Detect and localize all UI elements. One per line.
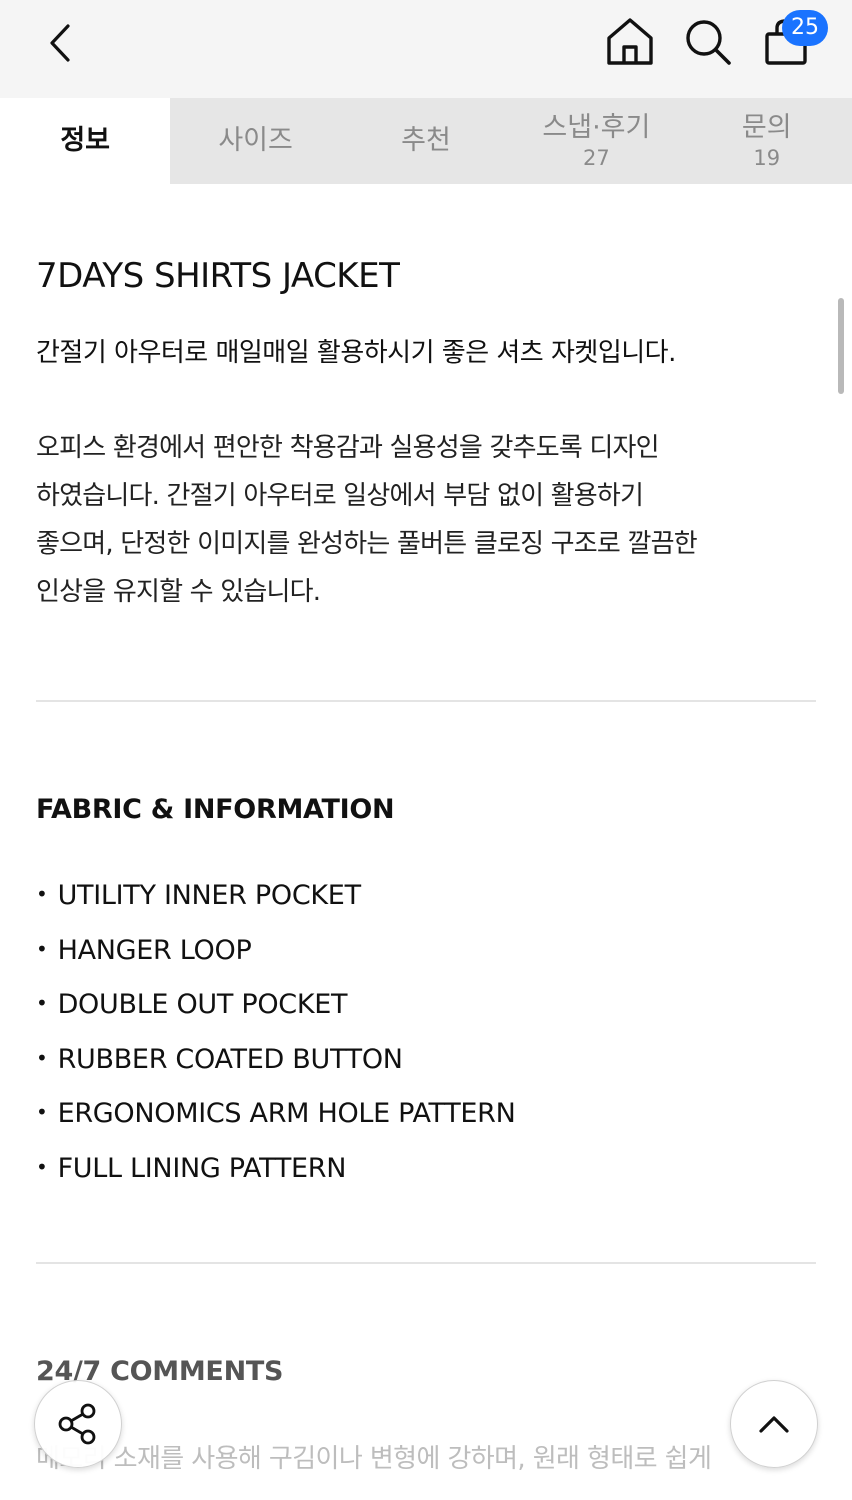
product-description: 오피스 환경에서 편안한 착용감과 실용성을 갖추도록 디자인 하였습니다. 간… <box>36 424 806 616</box>
description-line: 하였습니다. 간절기 아우터로 일상에서 부담 없이 활용하기 <box>36 481 644 511</box>
product-title: 7DAYS SHIRTS JACKET <box>36 256 400 296</box>
tab-snap-review[interactable]: 스냅·후기 27 <box>511 98 681 184</box>
tab-size[interactable]: 사이즈 <box>170 98 340 184</box>
list-item: HANGER LOOP <box>36 923 516 978</box>
tab-label: 스냅·후기 <box>542 112 651 143</box>
search-button[interactable] <box>682 16 734 68</box>
description-line: 인상을 유지할 수 있습니다. <box>36 577 321 607</box>
home-icon <box>607 18 653 65</box>
comments-text: 메모리 소재를 사용해 구김이나 변형에 강하며, 원래 형태로 쉽게 <box>36 1444 712 1474</box>
feature-list: UTILITY INNER POCKET HANGER LOOP DOUBLE … <box>36 868 516 1195</box>
scrollbar-thumb[interactable] <box>838 298 844 394</box>
fabric-section-title: FABRIC & INFORMATION <box>36 794 395 825</box>
tab-count: 27 <box>583 146 610 170</box>
tab-label: 추천 <box>401 125 451 156</box>
section-divider <box>36 700 816 702</box>
section-divider <box>36 1262 816 1264</box>
product-tabs: 정보 사이즈 추천 스냅·후기 27 문의 19 <box>0 98 852 184</box>
scroll-to-top-button[interactable] <box>730 1380 818 1468</box>
list-item: UTILITY INNER POCKET <box>36 868 516 923</box>
tab-info[interactable]: 정보 <box>0 98 171 184</box>
share-button[interactable] <box>34 1380 122 1468</box>
tab-label: 사이즈 <box>218 125 293 156</box>
list-item: RUBBER COATED BUTTON <box>36 1032 516 1087</box>
tab-label: 정보 <box>60 125 111 156</box>
back-button[interactable] <box>38 18 88 68</box>
tab-count: 19 <box>753 146 781 170</box>
chevron-up-icon <box>759 1416 789 1433</box>
tab-recommend[interactable]: 추천 <box>341 98 511 184</box>
list-item: ERGONOMICS ARM HOLE PATTERN <box>36 1086 516 1141</box>
back-icon <box>50 24 70 62</box>
description-line: 오피스 환경에서 편안한 착용감과 실용성을 갖추도록 디자인 <box>36 433 660 463</box>
cart-count-badge[interactable]: 25 <box>782 10 828 46</box>
share-icon <box>58 1403 96 1445</box>
list-item: FULL LINING PATTERN <box>36 1141 516 1196</box>
list-item: DOUBLE OUT POCKET <box>36 977 516 1032</box>
search-icon <box>686 20 731 65</box>
tab-label: 문의 <box>741 112 792 143</box>
home-button[interactable] <box>604 16 656 68</box>
tab-inquiry[interactable]: 문의 19 <box>682 98 852 184</box>
description-line: 좋으며, 단정한 이미지를 완성하는 풀버튼 클로징 구조로 깔끔한 <box>36 529 698 559</box>
top-bar: 25 <box>0 0 852 98</box>
product-summary: 간절기 아우터로 매일매일 활용하시기 좋은 셔츠 자켓입니다. <box>36 338 676 368</box>
